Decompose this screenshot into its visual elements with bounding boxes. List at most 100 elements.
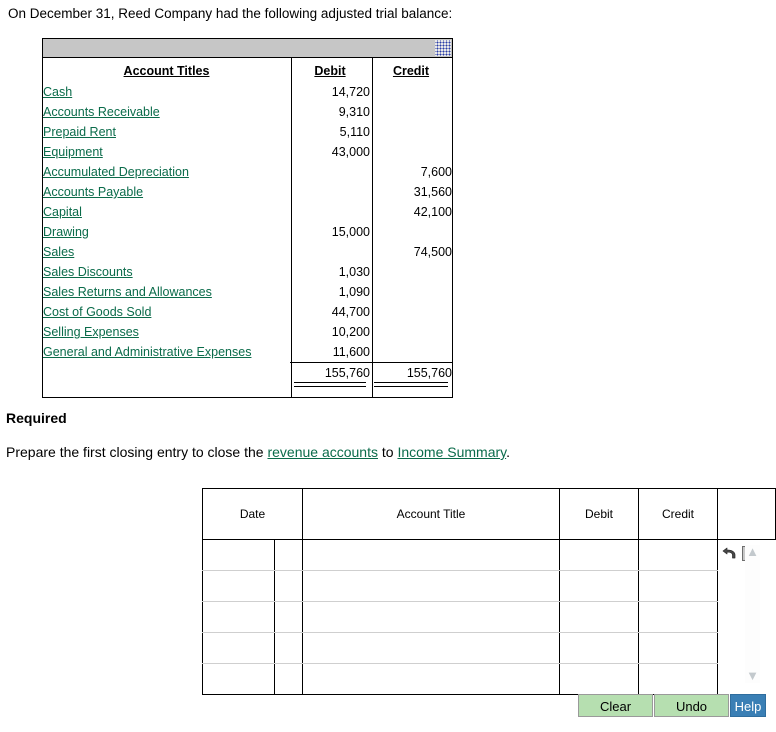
debit-cell: 1,030	[338, 265, 370, 279]
account-link[interactable]: Accounts Payable	[43, 185, 143, 199]
account-title-cell: Prepaid Rent	[43, 122, 290, 142]
credit-cell	[370, 302, 452, 322]
credit-cell	[370, 262, 452, 282]
table-row: Capital 42,100	[43, 202, 452, 222]
account-link[interactable]: Sales	[43, 245, 74, 259]
spacer-cell	[43, 383, 290, 397]
journal-date-sub-cell[interactable]	[274, 663, 303, 695]
undo-row-icon[interactable]	[722, 547, 738, 561]
total-credit-value: 155,760	[406, 366, 452, 380]
account-link[interactable]: Accumulated Depreciation	[43, 165, 189, 179]
journal-date-sub-cell[interactable]	[274, 539, 303, 571]
debit-cell: 9,310	[338, 105, 370, 119]
table-row: Cash 14,720	[43, 82, 452, 102]
journal-date-cell[interactable]	[202, 539, 275, 571]
table-row: Sales 74,500	[43, 242, 452, 262]
journal-row	[202, 570, 776, 602]
journal-header-date: Date	[202, 488, 303, 540]
required-text-after: .	[506, 444, 511, 460]
credit-cell	[370, 82, 452, 102]
account-link[interactable]: Sales Discounts	[43, 265, 133, 279]
form-button-row: Clear Undo Help	[578, 694, 766, 717]
debit-cell: 1,090	[338, 285, 370, 299]
journal-credit-cell[interactable]	[638, 539, 718, 571]
credit-cell: 7,600	[420, 165, 452, 179]
trial-balance-table: Account Titles Debit Credit Cash 14,720 Ac…	[43, 58, 452, 397]
double-rule	[294, 382, 366, 387]
journal-date-sub-cell[interactable]	[274, 601, 303, 633]
link-income-summary[interactable]: Income Summary	[397, 444, 506, 460]
journal-header-debit: Debit	[559, 488, 639, 540]
journal-credit-cell[interactable]	[638, 601, 718, 633]
account-link[interactable]: Equipment	[43, 145, 103, 159]
account-link[interactable]: General and Administrative Expenses	[43, 345, 251, 359]
journal-date-cell[interactable]	[202, 632, 275, 664]
journal-account-title-cell[interactable]	[302, 570, 560, 602]
account-link[interactable]: Cost of Goods Sold	[43, 305, 151, 319]
journal-date-cell[interactable]	[202, 663, 275, 695]
table-row: Sales Returns and Allowances 1,090	[43, 282, 452, 302]
journal-date-sub-cell[interactable]	[274, 570, 303, 602]
journal-date-cell[interactable]	[202, 570, 275, 602]
credit-cell: 42,100	[413, 205, 452, 219]
account-title-cell: General and Administrative Expenses	[43, 342, 290, 363]
table-row: General and Administrative Expenses 11,60…	[43, 342, 452, 363]
trial-balance-titlebar	[43, 39, 452, 58]
account-title-cell: Accounts Receivable	[43, 102, 290, 122]
account-link[interactable]: Sales Returns and Allowances	[43, 285, 212, 299]
table-row: Accounts Payable 31,560	[43, 182, 452, 202]
undo-button[interactable]: Undo	[654, 694, 729, 717]
account-title-cell: Cost of Goods Sold	[43, 302, 290, 322]
intro-text: On December 31, Reed Company had the fol…	[8, 6, 453, 21]
column-divider-debit	[291, 58, 292, 397]
journal-credit-cell[interactable]	[638, 570, 718, 602]
journal-account-title-cell[interactable]	[302, 663, 560, 695]
debit-cell	[290, 202, 370, 222]
journal-account-title-cell[interactable]	[302, 539, 560, 571]
debit-cell	[290, 242, 370, 262]
trial-balance-header-row: Account Titles Debit Credit	[43, 58, 452, 82]
account-title-cell: Drawing	[43, 222, 290, 242]
journal-account-title-cell[interactable]	[302, 601, 560, 633]
journal-credit-cell[interactable]	[638, 663, 718, 695]
journal-credit-cell[interactable]	[638, 632, 718, 664]
scroll-down-arrow-icon[interactable]: ▼	[745, 669, 760, 683]
total-debit-value: 155,760	[324, 366, 370, 380]
journal-scrollbar[interactable]: ▲ ▼	[745, 545, 760, 683]
journal-header-account-title: Account Title	[302, 488, 560, 540]
journal-date-sub-cell[interactable]	[274, 632, 303, 664]
help-button[interactable]: Help	[730, 694, 766, 717]
resize-grip-icon[interactable]	[435, 40, 451, 56]
journal-debit-cell[interactable]	[559, 570, 639, 602]
account-link[interactable]: Accounts Receivable	[43, 105, 160, 119]
journal-debit-cell[interactable]	[559, 663, 639, 695]
table-row: Sales Discounts 1,030	[43, 262, 452, 282]
table-row: Drawing 15,000	[43, 222, 452, 242]
account-title-cell: Selling Expenses	[43, 322, 290, 342]
required-text-middle: to	[378, 444, 398, 460]
journal-date-cell[interactable]	[202, 601, 275, 633]
link-revenue-accounts[interactable]: revenue accounts	[267, 444, 378, 460]
trial-balance-panel: Account Titles Debit Credit Cash 14,720 Ac…	[42, 38, 453, 398]
table-row: Prepaid Rent 5,110	[43, 122, 452, 142]
account-link[interactable]: Capital	[43, 205, 82, 219]
journal-debit-cell[interactable]	[559, 539, 639, 571]
account-title-cell: Accumulated Depreciation	[43, 162, 290, 182]
credit-cell	[370, 222, 452, 242]
account-link[interactable]: Selling Expenses	[43, 325, 139, 339]
credit-cell	[370, 142, 452, 162]
required-heading: Required	[6, 410, 67, 426]
account-title-cell: Sales	[43, 242, 290, 262]
debit-cell: 14,720	[331, 85, 370, 99]
account-link[interactable]: Cash	[43, 85, 72, 99]
totals-label-cell	[43, 363, 290, 384]
account-link[interactable]: Prepaid Rent	[43, 125, 116, 139]
journal-debit-cell[interactable]	[559, 601, 639, 633]
clear-button[interactable]: Clear	[578, 694, 653, 717]
journal-debit-cell[interactable]	[559, 632, 639, 664]
total-debit-cell: 155,760	[290, 362, 370, 387]
scroll-up-arrow-icon[interactable]: ▲	[745, 545, 760, 559]
journal-account-title-cell[interactable]	[302, 632, 560, 664]
account-link[interactable]: Drawing	[43, 225, 89, 239]
credit-cell	[370, 282, 452, 302]
